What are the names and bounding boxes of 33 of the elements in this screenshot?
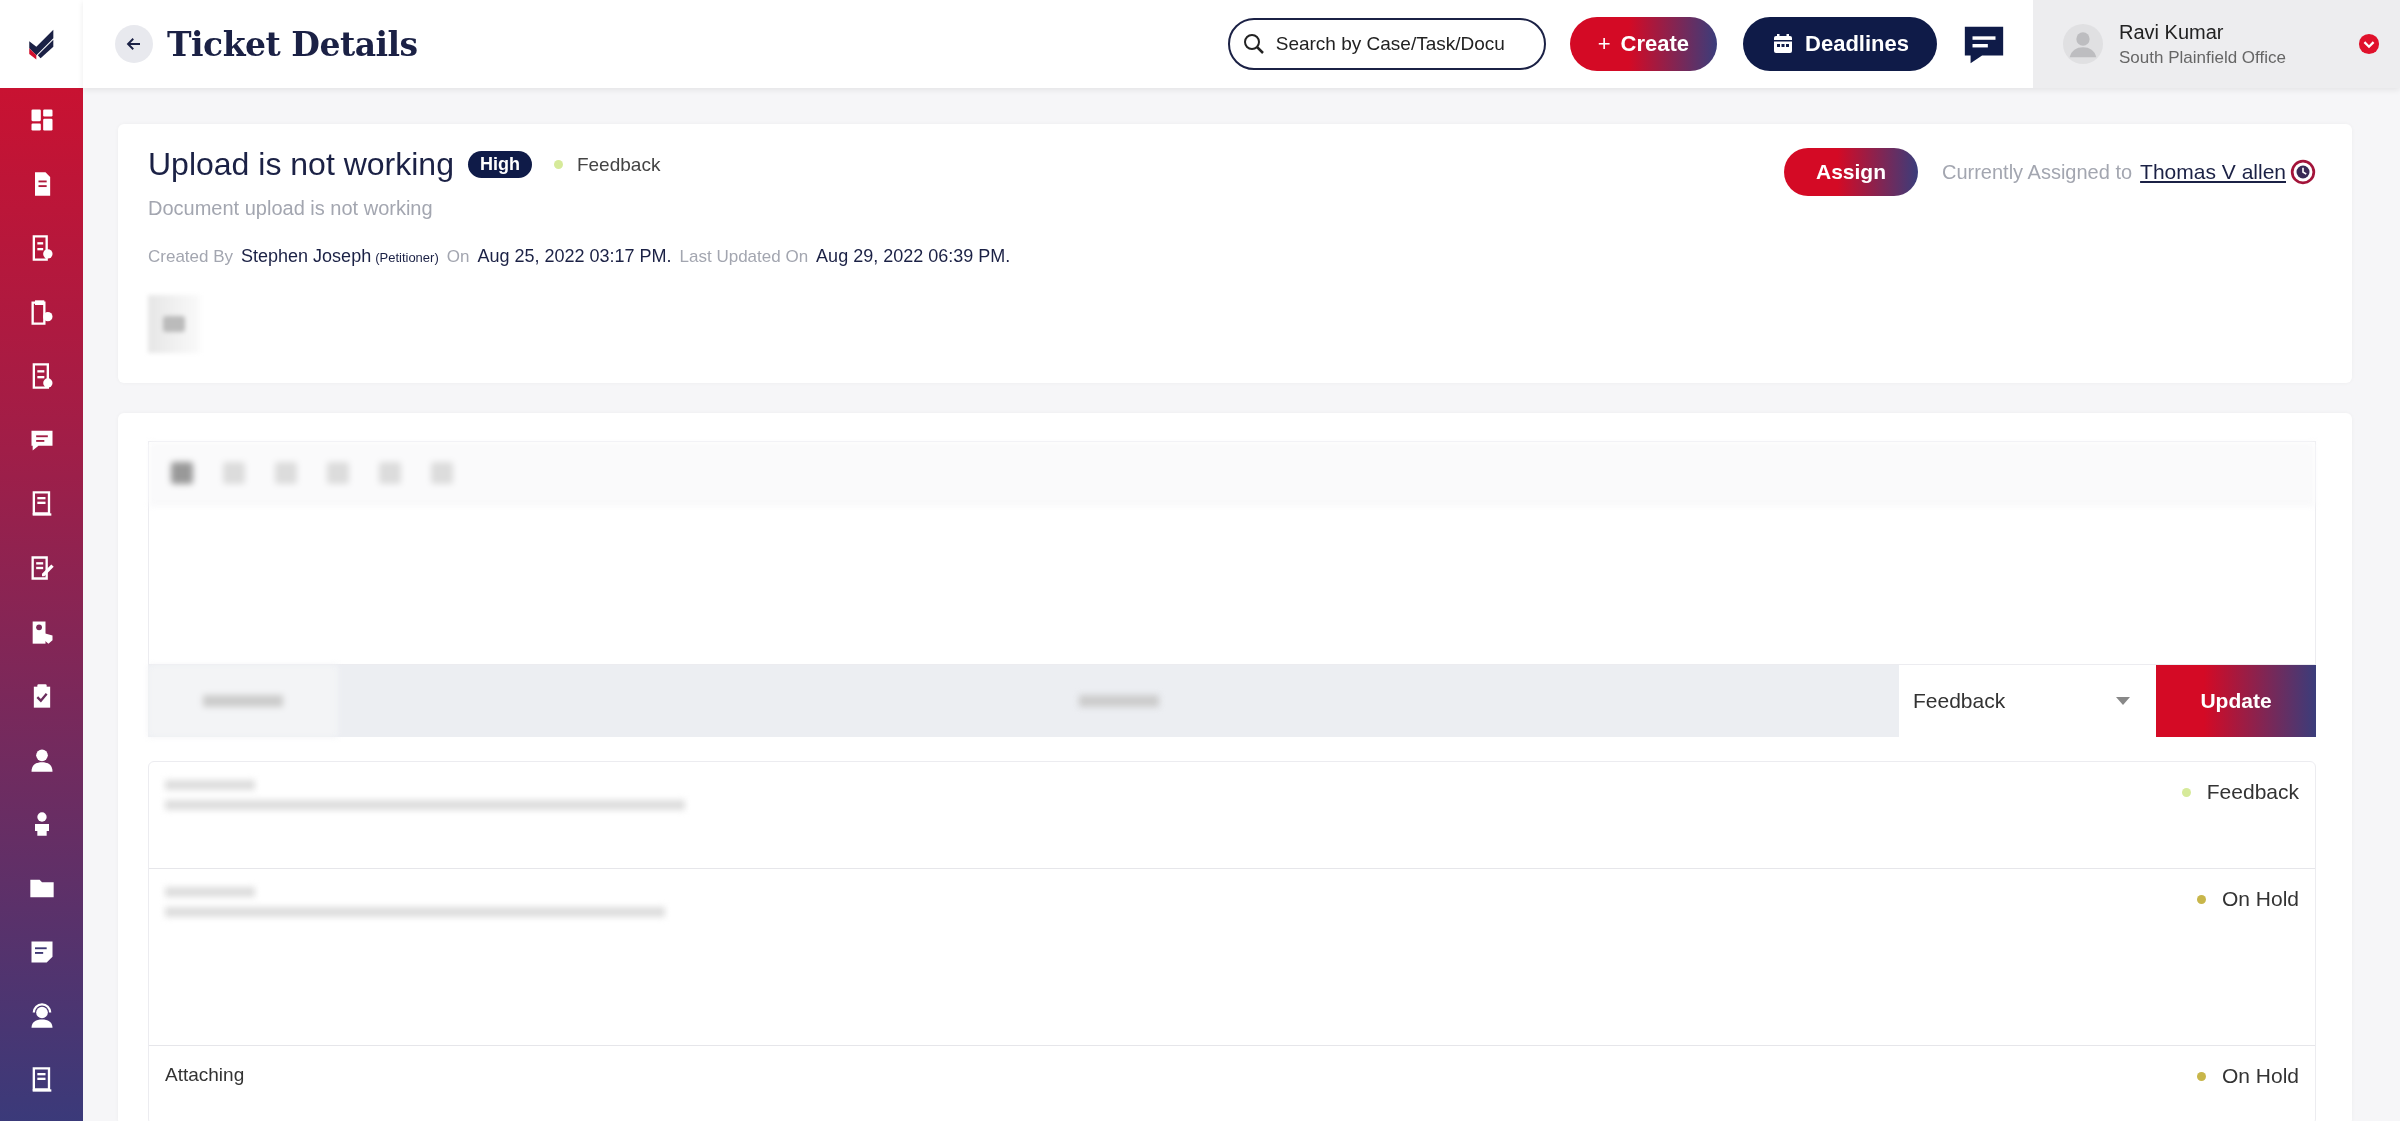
- attachment-thumbnail[interactable]: [148, 295, 200, 353]
- caret-icon: [2116, 697, 2130, 705]
- user-office: South Plainfield Office: [2119, 47, 2287, 68]
- back-arrow-icon: [125, 35, 143, 53]
- meta-text: Stephen Joseph: [241, 246, 372, 267]
- search-field[interactable]: Search by Case/Task/Docu: [1227, 18, 1546, 70]
- meta-text: (Petitioner): [375, 250, 439, 265]
- status-label: Feedback: [2206, 780, 2299, 804]
- page-title: Ticket Details: [167, 24, 418, 64]
- ticket-title: Upload is not working: [148, 146, 454, 183]
- meta-text: Aug 29, 2022 06:39 PM.: [816, 246, 1011, 267]
- status-label: Feedback: [576, 153, 661, 176]
- ticket-description: Document upload is not working: [148, 197, 434, 220]
- deadlines-button[interactable]: Deadlines: [1743, 17, 1937, 71]
- user-menu[interactable]: Ravi Kumar South Plainfield Office: [2033, 0, 2400, 88]
- update-button[interactable]: Update: [2156, 665, 2316, 737]
- status-label: On Hold: [2221, 1064, 2299, 1088]
- user-name: Ravi Kumar: [2119, 20, 2225, 44]
- history-title: Attaching: [165, 1064, 245, 1086]
- chevron-down-icon[interactable]: [2358, 33, 2380, 55]
- avatar-icon: [2063, 24, 2103, 64]
- meta-text: Created By: [148, 247, 234, 267]
- assignee-link[interactable]: Thomas V allen: [2140, 160, 2286, 184]
- meta-text: On: [446, 247, 470, 267]
- meta-text: Last Updated On: [679, 247, 809, 267]
- back-button[interactable]: [115, 25, 153, 63]
- create-button[interactable]: + Create: [1569, 17, 1718, 71]
- status-label: On Hold: [2221, 887, 2299, 911]
- clock-icon[interactable]: [2290, 159, 2316, 185]
- priority-badge: High: [467, 151, 532, 178]
- meta-text: Aug 25, 2022 03:17 PM.: [477, 246, 672, 267]
- assigned-label: Currently Assigned to: [1942, 160, 2133, 184]
- assign-button[interactable]: Assign: [1783, 148, 1918, 196]
